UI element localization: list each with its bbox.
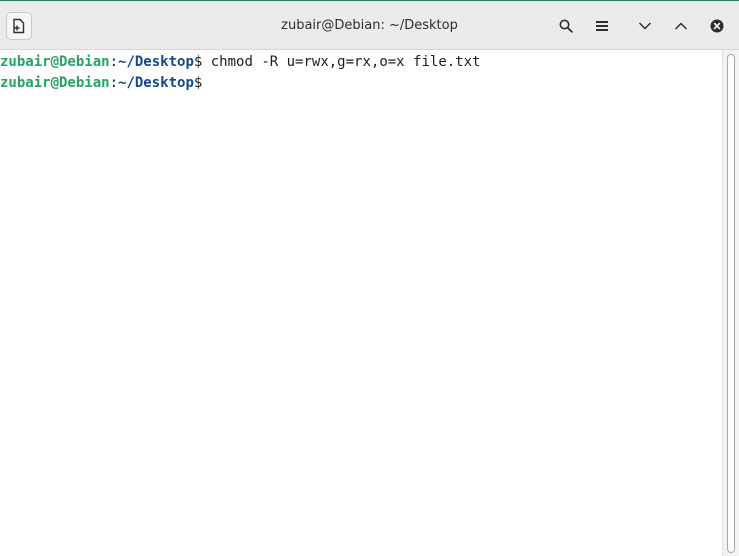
command-text: chmod -R u=rwx,g=rx,o=x file.txt	[202, 54, 481, 70]
hamburger-menu-icon	[596, 21, 608, 31]
new-tab-icon	[13, 18, 25, 34]
search-button[interactable]	[553, 13, 579, 39]
window-title: zubair@Debian: ~/Desktop	[281, 18, 458, 33]
search-icon	[559, 19, 573, 33]
menu-button[interactable]	[589, 13, 615, 39]
vertical-scrollbar[interactable]	[722, 50, 739, 556]
close-button[interactable]	[704, 13, 730, 39]
chevron-up-icon	[674, 22, 688, 30]
terminal-window: zubair@Debian: ~/Desktop zubair@Debian:~…	[0, 0, 739, 556]
minimize-button[interactable]	[632, 13, 658, 39]
prompt-separator: :	[109, 75, 119, 91]
chevron-down-icon	[638, 22, 652, 30]
prompt-user-host: zubair@Debian	[0, 54, 110, 70]
terminal-line: zubair@Debian:~/Desktop$	[0, 73, 721, 94]
maximize-button[interactable]	[668, 13, 694, 39]
prompt-user-host: zubair@Debian	[0, 75, 110, 91]
terminal-output[interactable]: zubair@Debian:~/Desktop$ chmod -R u=rwx,…	[0, 50, 721, 556]
prompt-symbol: $	[193, 75, 203, 91]
close-icon	[710, 19, 724, 33]
prompt-separator: :	[109, 54, 119, 70]
scrollbar-thumb[interactable]	[727, 54, 735, 553]
prompt-path: ~/Desktop	[118, 75, 194, 91]
title-bar: zubair@Debian: ~/Desktop	[0, 1, 739, 50]
new-tab-button[interactable]	[6, 12, 32, 40]
prompt-path: ~/Desktop	[118, 54, 194, 70]
terminal-line: zubair@Debian:~/Desktop$ chmod -R u=rwx,…	[0, 52, 721, 73]
